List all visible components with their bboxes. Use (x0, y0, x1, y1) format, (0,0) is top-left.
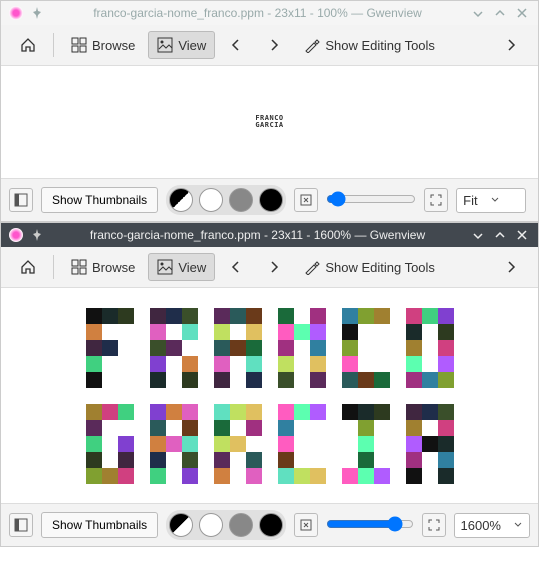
bottombar-1: Show Thumbnails Fit (1, 178, 538, 221)
bottombar-2: Show Thumbnails 1600% (1, 503, 538, 546)
bg-auto-icon[interactable] (169, 188, 193, 212)
bg-color-row (166, 185, 286, 215)
titlebar-2: franco-garcia-nome_franco.ppm - 23x11 - … (1, 223, 538, 247)
home-button[interactable] (11, 253, 45, 281)
editing-tools-button[interactable]: Show Editing Tools (295, 253, 444, 281)
editing-tools-button[interactable]: Show Editing Tools (295, 31, 444, 59)
titlebar-1: franco-garcia-nome_franco.ppm - 23x11 - … (1, 1, 538, 25)
toolbar-1: Browse View Show Editing Tools (1, 25, 538, 66)
pin-icon[interactable] (29, 227, 45, 243)
window-title: franco-garcia-nome_franco.ppm - 23x11 - … (51, 6, 464, 20)
editing-label: Show Editing Tools (325, 260, 435, 275)
browse-button[interactable]: Browse (62, 253, 144, 281)
expand-button[interactable] (494, 253, 528, 281)
maximize-button[interactable] (492, 227, 508, 243)
window-2: franco-garcia-nome_franco.ppm - 23x11 - … (0, 222, 539, 547)
browse-button[interactable]: Browse (62, 31, 144, 59)
zoom-fit-icon[interactable] (294, 513, 318, 537)
viewport-2[interactable] (1, 288, 538, 503)
bg-black-icon[interactable] (259, 188, 283, 212)
sidebar-toggle[interactable] (9, 188, 33, 212)
bg-auto-icon[interactable] (169, 513, 193, 537)
sidebar-toggle[interactable] (9, 513, 33, 537)
home-button[interactable] (11, 31, 45, 59)
minimize-button[interactable] (470, 227, 486, 243)
expand-button[interactable] (494, 31, 528, 59)
divider (53, 255, 54, 279)
bg-white-icon[interactable] (199, 513, 223, 537)
view-label: View (178, 38, 206, 53)
view-button[interactable]: View (148, 253, 215, 281)
browse-label: Browse (92, 38, 135, 53)
fullscreen-icon[interactable] (422, 513, 446, 537)
toolbar-2: Browse View Show Editing Tools (1, 247, 538, 288)
image-small: FRANCO GARCIA (255, 115, 283, 129)
close-button[interactable] (514, 5, 530, 21)
bg-white-icon[interactable] (199, 188, 223, 212)
next-button[interactable] (257, 253, 291, 281)
thumbnails-button[interactable]: Show Thumbnails (41, 512, 158, 538)
thumbnails-button[interactable]: Show Thumbnails (41, 187, 158, 213)
bg-color-row (166, 510, 286, 540)
zoom-slider[interactable] (326, 516, 413, 535)
view-label: View (178, 260, 206, 275)
window-1: franco-garcia-nome_franco.ppm - 23x11 - … (0, 0, 539, 222)
close-button[interactable] (514, 227, 530, 243)
divider (53, 33, 54, 57)
zoom-select[interactable]: 1600% (454, 513, 530, 538)
next-button[interactable] (257, 31, 291, 59)
pin-icon[interactable] (29, 5, 45, 21)
bg-black-icon[interactable] (259, 513, 283, 537)
app-icon (9, 228, 23, 242)
chevron-down-icon (513, 520, 523, 530)
zoom-fit-icon[interactable] (294, 188, 318, 212)
maximize-button[interactable] (492, 5, 508, 21)
view-button[interactable]: View (148, 31, 215, 59)
zoom-slider[interactable] (326, 191, 416, 210)
chevron-down-icon (490, 195, 500, 205)
zoom-value: 1600% (461, 518, 501, 533)
app-icon (9, 6, 23, 20)
fullscreen-icon[interactable] (424, 188, 448, 212)
bg-gray-icon[interactable] (229, 513, 253, 537)
prev-button[interactable] (219, 253, 253, 281)
browse-label: Browse (92, 260, 135, 275)
image-large (86, 308, 454, 484)
viewport-1[interactable]: FRANCO GARCIA (1, 66, 538, 178)
prev-button[interactable] (219, 31, 253, 59)
window-title: franco-garcia-nome_franco.ppm - 23x11 - … (51, 228, 464, 242)
zoom-value: Fit (463, 193, 477, 208)
zoom-select[interactable]: Fit (456, 188, 526, 213)
bg-gray-icon[interactable] (229, 188, 253, 212)
editing-label: Show Editing Tools (325, 38, 435, 53)
minimize-button[interactable] (470, 5, 486, 21)
